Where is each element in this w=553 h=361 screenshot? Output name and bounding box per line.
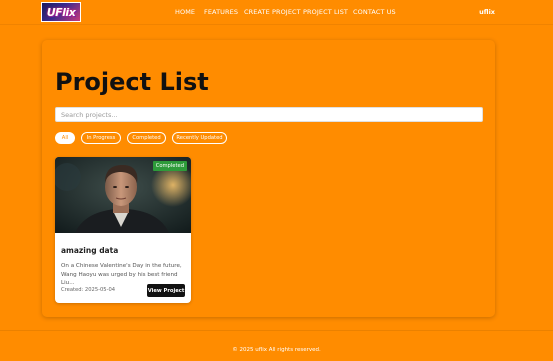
page-title: Project List: [55, 68, 209, 96]
nav-link-contact-us[interactable]: CONTACT US: [353, 8, 396, 16]
filter-chip-all[interactable]: All: [55, 132, 75, 144]
navbar: UFlix HOME FEATURES CREATE PROJECT PROJE…: [0, 0, 553, 25]
project-created-date: Created: 2025-05-04: [61, 287, 116, 293]
filter-chip-recently-updated[interactable]: Recently Updated: [172, 132, 227, 144]
nav-link-create-project[interactable]: CREATE PROJECT: [244, 8, 301, 16]
status-badge: Completed: [152, 161, 187, 171]
filter-chip-in-progress[interactable]: In Progress: [81, 132, 121, 144]
footer-copyright: © 2025 uflix All rights reserved.: [232, 347, 321, 353]
nav-link-features[interactable]: FEATURES: [204, 8, 238, 16]
view-project-button[interactable]: View Project: [147, 284, 185, 297]
nav-link-project-list[interactable]: PROJECT LIST: [303, 8, 348, 16]
nav-link-home[interactable]: HOME: [175, 8, 195, 16]
filter-chip-completed[interactable]: Completed: [127, 132, 166, 144]
project-list-panel: Project List All In Progress Completed R…: [42, 40, 495, 317]
nav-brand-user[interactable]: uflix: [479, 8, 495, 16]
nav-links: HOME FEATURES CREATE PROJECT PROJECT LIS…: [0, 0, 553, 25]
project-title: amazing data: [61, 246, 119, 255]
project-thumbnail: Completed: [55, 157, 191, 233]
footer-divider: [0, 330, 553, 331]
search-input[interactable]: [55, 107, 483, 122]
project-card[interactable]: Completed amazing data On a Chinese Vale…: [55, 157, 191, 303]
